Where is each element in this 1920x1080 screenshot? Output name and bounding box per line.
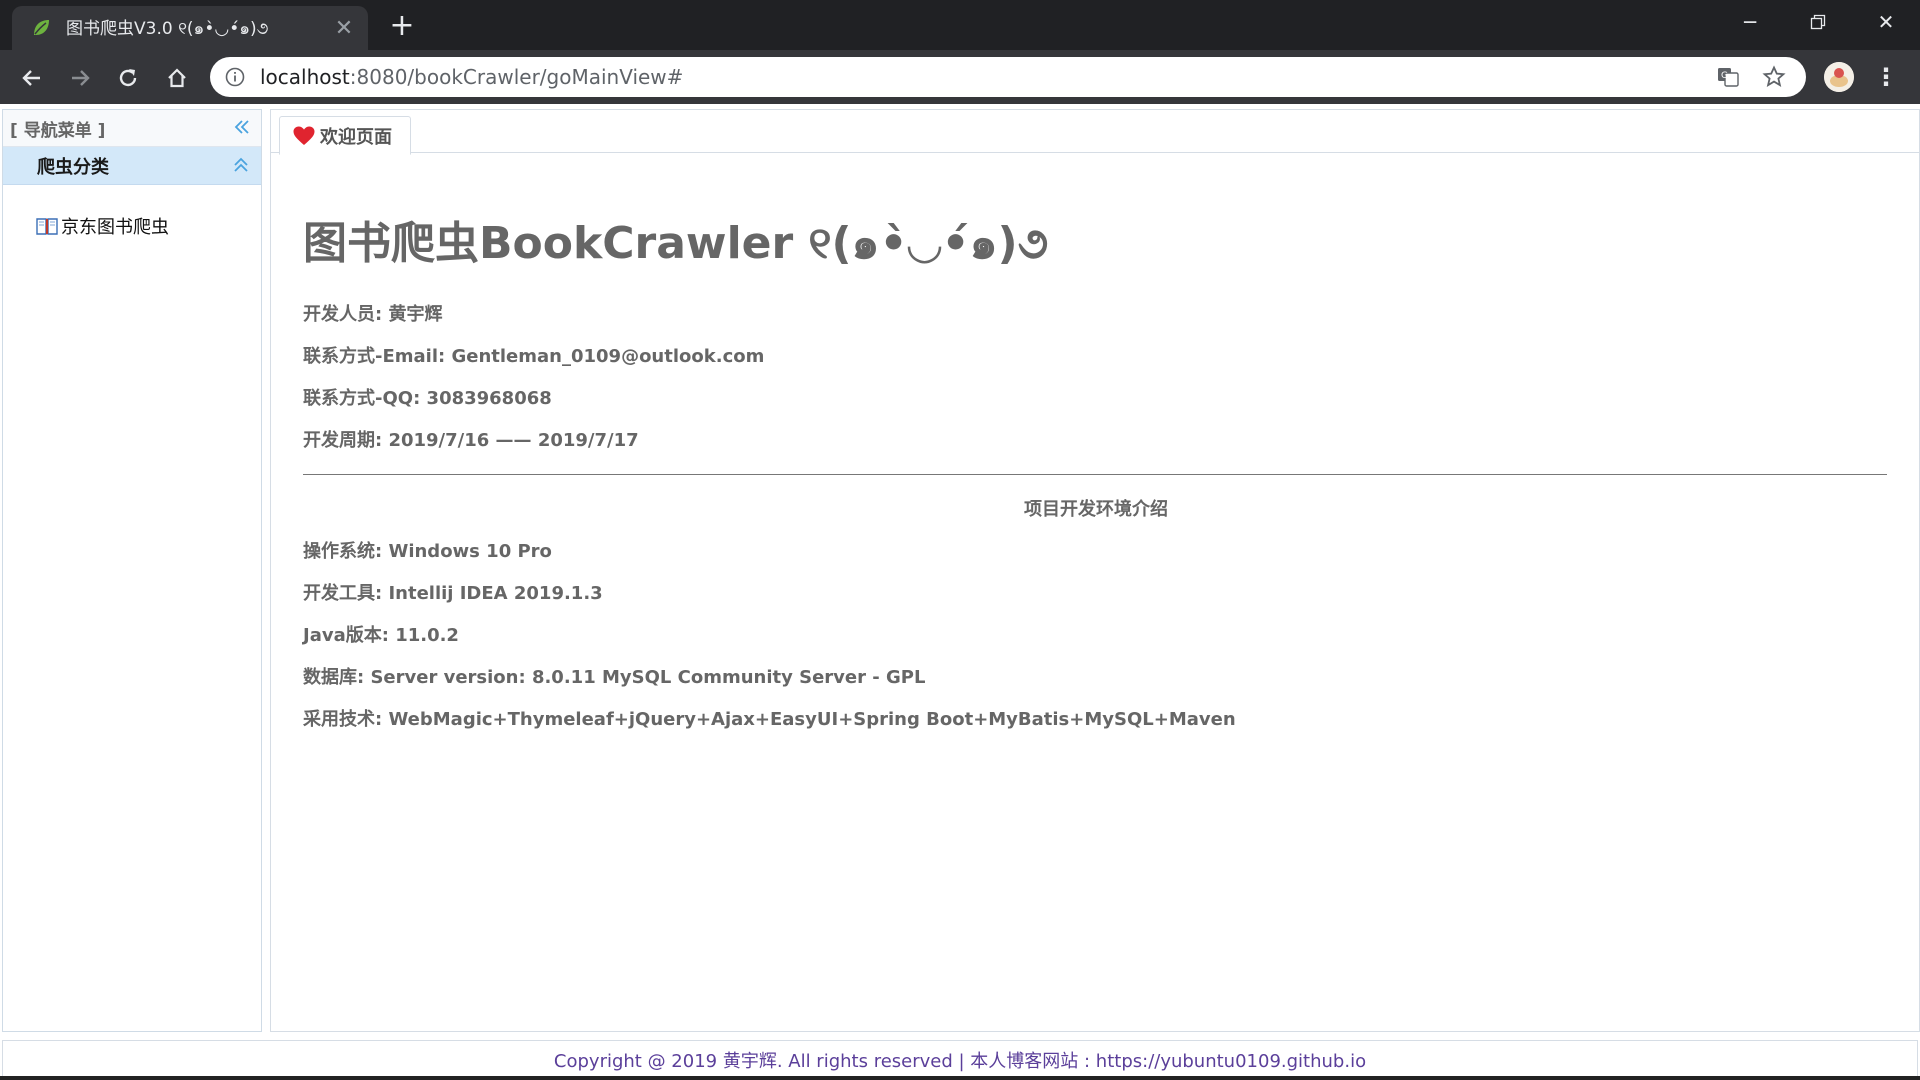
tab-title: 图书爬虫V3.0 ୧(๑•̀◡•́๑)૭ [66,19,269,39]
translate-icon[interactable]: G [1714,63,1742,91]
ide-info: 开发工具: Intellij IDEA 2019.1.3 [303,583,603,604]
sidebar-item-jd-book-crawler[interactable]: 京东图书爬虫 [35,213,169,239]
nav-panel-header: [ 导航菜单 ] [3,110,261,147]
qq-info: 联系方式-QQ: 3083968068 [303,388,552,409]
tab-welcome[interactable]: 欢迎页面 [279,116,411,155]
restore-icon[interactable] [1784,0,1852,44]
url-text[interactable]: localhost:8080/bookCrawler/goMainView# [260,65,1714,89]
info-icon[interactable] [224,66,246,88]
minimize-icon[interactable]: ─ [1716,0,1784,44]
page: [ 导航菜单 ] 爬虫分类 京东图书爬虫 欢迎页面 图书爬虫BookCrawle… [0,104,1920,1080]
tab-label: 欢迎页面 [320,126,392,148]
heart-icon [292,125,316,147]
nav-panel-title: [ 导航菜单 ] [10,120,106,141]
collapse-up-icon[interactable] [231,155,251,175]
env-section-title: 项目开发环境介绍 [1024,499,1168,520]
tech-stack-info: 采用技术: WebMagic+Thymeleaf+jQuery+Ajax+Eas… [303,709,1236,730]
new-tab-button[interactable]: + [382,8,422,43]
java-version-info: Java版本: 11.0.2 [303,625,459,646]
os-info: 操作系统: Windows 10 Pro [303,541,552,562]
address-bar[interactable]: localhost:8080/bookCrawler/goMainView# G [210,57,1806,97]
accordion-header-crawler-category[interactable]: 爬虫分类 [3,147,261,185]
back-icon[interactable] [15,61,49,95]
nav-panel: [ 导航菜单 ] 爬虫分类 京东图书爬虫 [2,109,262,1032]
developer-info: 开发人员: 黄宇辉 [303,304,443,325]
home-icon[interactable] [160,61,194,95]
forward-icon[interactable] [63,61,97,95]
spring-leaf-icon [30,17,52,39]
profile-avatar[interactable] [1824,62,1854,92]
footer: Copyright @ 2019 黄宇辉. All rights reserve… [2,1040,1918,1080]
svg-text:G: G [1721,71,1728,81]
bookmark-star-icon[interactable] [1760,63,1788,91]
database-info: 数据库: Server version: 8.0.11 MySQL Commun… [303,667,926,688]
email-info: 联系方式-Email: Gentleman_0109@outlook.com [303,346,765,367]
url-host: localhost [260,65,350,89]
close-window-icon[interactable]: ✕ [1852,0,1920,44]
bottom-edge [0,1076,1920,1080]
reload-icon[interactable] [111,61,145,95]
browser-toolbar: localhost:8080/bookCrawler/goMainView# G… [0,50,1920,104]
url-path: :8080/bookCrawler/goMainView# [349,65,684,89]
main-panel: 欢迎页面 图书爬虫BookCrawler ୧(๑•̀◡•́๑)૭ 开发人员: 黄… [270,109,1920,1032]
browser-menu-icon[interactable]: ⋮ [1872,62,1900,92]
page-title: 图书爬虫BookCrawler ୧(๑•̀◡•́๑)૭ [303,218,1049,269]
footer-text: Copyright @ 2019 黄宇辉. All rights reserve… [553,1051,1367,1072]
sidebar-item-label: 京东图书爬虫 [61,217,169,238]
close-tab-icon[interactable]: ✕ [330,14,358,42]
welcome-content: 图书爬虫BookCrawler ୧(๑•̀◡•́๑)૭ 开发人员: 黄宇辉 联系… [303,152,1889,741]
browser-tab-strip: 图书爬虫V3.0 ୧(๑•̀◡•́๑)૭ ✕ + ─ ✕ [0,0,1920,50]
book-icon [35,216,59,236]
tabs-bar: 欢迎页面 [271,110,1919,155]
browser-tab[interactable]: 图书爬虫V3.0 ୧(๑•̀◡•́๑)૭ ✕ [12,6,368,50]
dev-period-info: 开发周期: 2019/7/16 —— 2019/7/17 [303,430,639,451]
divider [303,474,1887,475]
collapse-left-icon[interactable] [231,116,253,138]
accordion-title: 爬虫分类 [37,156,109,178]
